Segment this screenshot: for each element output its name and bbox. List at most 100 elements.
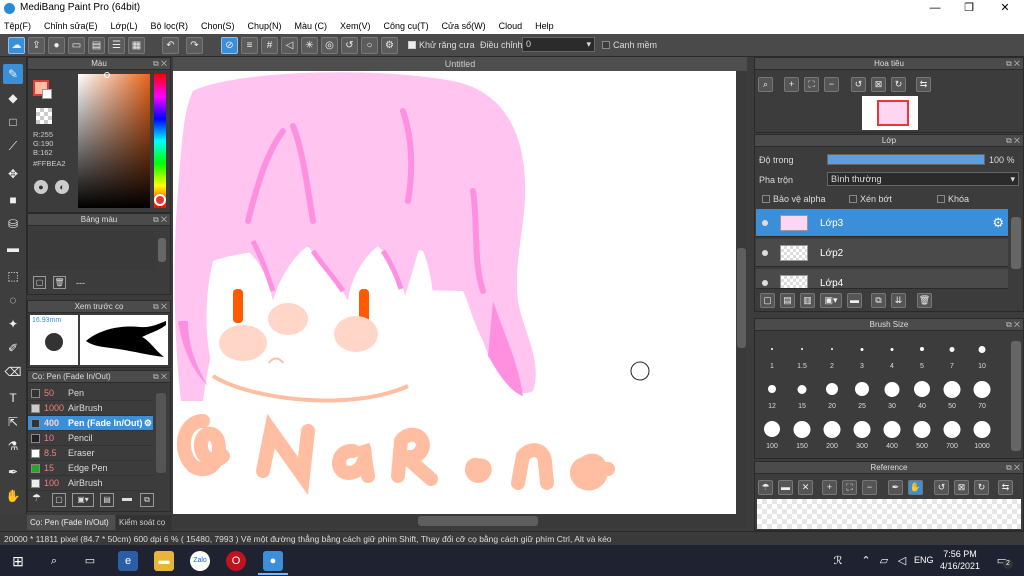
sub-color-swatch[interactable] <box>42 89 52 99</box>
new-palette-icon[interactable]: ▢ <box>33 276 46 289</box>
brush-size-option[interactable]: 1 <box>757 335 787 371</box>
adjust-select[interactable]: 0 ▾ <box>522 37 595 52</box>
people-icon[interactable]: ℛ <box>828 551 848 571</box>
layer-menu-icon[interactable]: ▣▾ <box>820 293 842 308</box>
hand-tool-icon[interactable]: ✋ <box>3 486 23 506</box>
vertical-scroll-thumb[interactable] <box>737 248 746 348</box>
lasso-tool-icon[interactable]: ◌ <box>3 290 23 310</box>
layer-row-lop4[interactable]: Lớp4 <box>756 269 1008 289</box>
brush-size-option[interactable]: 20 <box>817 375 847 411</box>
saturation-value-picker[interactable] <box>78 74 150 208</box>
flip-icon[interactable]: ⇆ <box>916 77 931 92</box>
select-pen-tool-icon[interactable]: ✐ <box>3 338 23 358</box>
chevron-up-icon[interactable]: ⌃ <box>856 551 876 571</box>
navigator-viewport[interactable] <box>877 100 909 126</box>
brush-tool-icon[interactable]: ✎ <box>3 64 23 84</box>
reference-image-area[interactable] <box>757 499 1021 529</box>
curve-snap-icon[interactable]: ↺ <box>341 37 358 54</box>
magic-wand-tool-icon[interactable]: ✦ <box>3 314 23 334</box>
copy-brush-icon[interactable]: ⧉ <box>140 493 154 507</box>
brush-size-option[interactable]: 4 <box>877 335 907 371</box>
bucket-tool-icon[interactable]: ⛁ <box>3 214 23 234</box>
brush-size-option[interactable]: 10 <box>967 335 997 371</box>
menu-snap[interactable]: Chụp(N) <box>248 21 282 31</box>
brush-size-option[interactable]: 150 <box>787 415 817 451</box>
new-layer-icon[interactable]: ▢ <box>760 293 775 308</box>
menu-help[interactable]: Help <box>535 21 554 31</box>
brush-size-option[interactable]: 12 <box>757 375 787 411</box>
cloud-icon[interactable]: ☁ <box>8 37 25 54</box>
close-button[interactable]: ✕ <box>988 0 1022 17</box>
brush-size-option[interactable]: 30 <box>877 375 907 411</box>
reference-zoom-in-icon[interactable]: + <box>822 480 837 495</box>
vanishing-point-icon[interactable]: ◁ <box>281 37 298 54</box>
panel-undock-icon[interactable]: ⧉ ✕ <box>153 58 167 70</box>
trash-icon[interactable]: 🗑 <box>53 276 66 289</box>
eye-icon[interactable] <box>762 250 768 256</box>
layer-folder-icon[interactable]: ▬ <box>847 293 862 308</box>
panel-undock-icon[interactable]: ⧉ ✕ <box>1006 319 1020 331</box>
minimize-button[interactable]: — <box>918 0 952 17</box>
layer-list-scrollbar[interactable] <box>1011 217 1021 269</box>
brush-size-option[interactable]: 40 <box>907 375 937 411</box>
brush-item[interactable]: 15 Edge Pen <box>28 461 153 476</box>
brush-item[interactable]: 50 Pen <box>28 386 153 401</box>
radial-snap-icon[interactable]: ✳ <box>301 37 318 54</box>
brush-size-option[interactable]: 5 <box>907 335 937 371</box>
eraser-tool-icon[interactable]: ◆ <box>3 88 23 108</box>
eyedropper-tool-icon[interactable]: ✒ <box>3 462 23 482</box>
brush-size-option[interactable]: 700 <box>937 415 967 451</box>
blend-mode-select[interactable]: Bình thường ▾ <box>827 172 1019 186</box>
undo-icon[interactable]: ↶ <box>162 37 179 54</box>
lock-toggle[interactable]: Khóa <box>937 194 969 204</box>
navigator-thumbnail[interactable] <box>862 96 918 130</box>
reference-dropper-icon[interactable]: ✒ <box>888 480 903 495</box>
brush-size-option[interactable]: 1000 <box>967 415 997 451</box>
brush-menu-icon[interactable]: ▣▾ <box>72 493 94 507</box>
brush-item[interactable]: 1000 AirBrush <box>28 401 153 416</box>
brush-size-option[interactable]: 25 <box>847 375 877 411</box>
share-icon[interactable]: ⇪ <box>28 37 45 54</box>
reference-open-icon[interactable]: ▬ <box>778 480 793 495</box>
reference-close-icon[interactable]: ✕ <box>798 480 813 495</box>
menu-cloud[interactable]: Cloud <box>499 21 523 31</box>
reference-flip-icon[interactable]: ⇆ <box>998 480 1013 495</box>
brush-list-scrollbar[interactable] <box>156 393 166 473</box>
antialias-checkbox[interactable] <box>408 41 416 49</box>
clipping-checkbox[interactable] <box>849 195 857 203</box>
menu-color[interactable]: Màu (C) <box>295 21 328 31</box>
brush-size-option[interactable]: 200 <box>817 415 847 451</box>
reset-view-icon[interactable]: ⊠ <box>871 77 886 92</box>
panel-undock-icon[interactable]: ⧉ ✕ <box>153 214 167 226</box>
opera-icon[interactable]: O <box>226 551 246 571</box>
clock[interactable]: 7:56 PM 4/16/2021 <box>940 548 980 572</box>
merge-layer-icon[interactable]: ⇊ <box>891 293 906 308</box>
color-wheel-icon[interactable]: ◐ <box>55 180 69 194</box>
opacity-slider[interactable] <box>827 154 985 165</box>
hue-slider[interactable] <box>154 74 166 208</box>
menu-file[interactable]: Tệp(F) <box>4 21 31 31</box>
brush-size-option[interactable]: 70 <box>967 375 997 411</box>
menu-edit[interactable]: Chỉnh sửa(E) <box>44 21 98 31</box>
select-eraser-tool-icon[interactable]: ⌫ <box>3 362 23 382</box>
brush-size-option[interactable]: 15 <box>787 375 817 411</box>
antialias-toggle[interactable]: Khử răng cưa <box>408 40 475 50</box>
redo-icon[interactable]: ↷ <box>186 37 203 54</box>
hue-handle[interactable] <box>154 194 166 206</box>
brush-item[interactable]: 10 Pencil <box>28 431 153 446</box>
snap-checkbox[interactable] <box>602 41 610 49</box>
gear-icon[interactable]: ⚙ <box>992 215 1004 231</box>
move-tool-icon[interactable]: ✥ <box>3 164 23 184</box>
brush-size-option[interactable]: 50 <box>937 375 967 411</box>
gear-icon[interactable]: ⚙ <box>144 418 152 429</box>
protect-alpha-toggle[interactable]: Bảo vệ alpha <box>762 194 826 204</box>
speech-bubble-icon[interactable]: ▭ <box>68 37 85 54</box>
horizontal-scroll-thumb[interactable] <box>418 516 538 526</box>
gradient-tool-icon[interactable]: ▬ <box>3 238 23 258</box>
eye-icon[interactable] <box>762 220 768 226</box>
rectangle-tool-icon[interactable]: □ <box>3 112 23 132</box>
layer-row-lop2[interactable]: Lớp2 <box>756 239 1008 267</box>
brush-add-icon[interactable]: ☂ <box>32 493 46 507</box>
tab-brush[interactable]: Cọ: Pen (Fade In/Out) <box>27 515 115 530</box>
canvas-tab[interactable]: Untitled <box>173 57 747 71</box>
